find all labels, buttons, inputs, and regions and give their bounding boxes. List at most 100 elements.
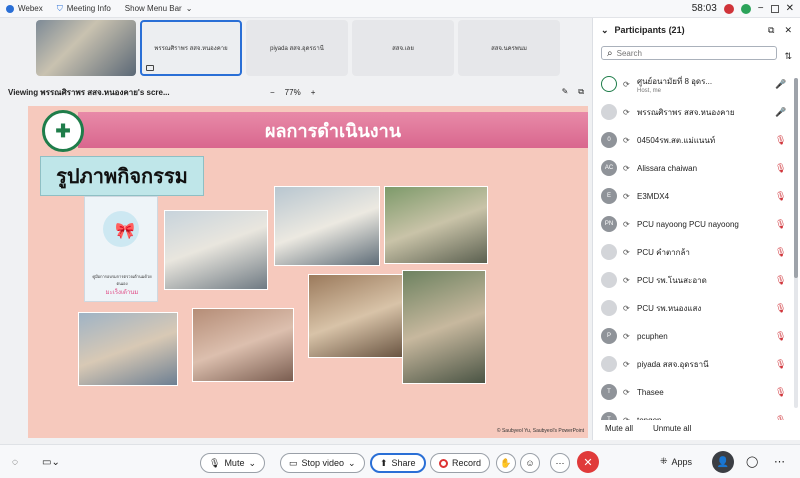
sort-icon[interactable]: ⇅ bbox=[784, 51, 792, 62]
zoom-controls: − 77% + bbox=[270, 88, 315, 97]
more-options-button[interactable]: ⋯ bbox=[550, 453, 570, 473]
microphone-muted-icon[interactable]: 🎙 bbox=[775, 275, 786, 286]
participants-panel: ⌄ Participants (21) ⧉ ✕ ⌕ ⇅ ⟳ ศูนย์อนามัย… bbox=[592, 18, 800, 440]
annotate-icon[interactable]: ✎ bbox=[562, 87, 569, 97]
microphone-muted-icon[interactable]: 🎙 bbox=[775, 331, 786, 342]
microphone-muted-icon[interactable]: 🎙 bbox=[775, 219, 786, 230]
participant-row[interactable]: T ⟳ tongon 🎙 bbox=[593, 406, 793, 420]
participant-name: piyada สสจ.อุดรธานี bbox=[637, 358, 769, 371]
participant-search[interactable]: ⌕ bbox=[601, 46, 777, 60]
panel-header: ⌄ Participants (21) ⧉ ✕ bbox=[593, 18, 800, 42]
participant-name: PCU คำตากล้า bbox=[637, 246, 769, 259]
chat-icon[interactable]: ◯ bbox=[746, 455, 758, 468]
avatar: P bbox=[601, 328, 617, 344]
mute-label: Mute bbox=[224, 458, 245, 468]
microphone-icon[interactable]: 🎤 bbox=[775, 107, 786, 118]
stop-video-button[interactable]: ▭ Stop video ⌄ bbox=[280, 453, 365, 473]
participant-row[interactable]: E ⟳ E3MDX4 🎙 bbox=[593, 182, 793, 210]
participant-name-text: ศูนย์อนามัยที่ 8 อุดร... bbox=[637, 76, 713, 86]
video-tile[interactable]: piyada สสจ.อุดรธานี bbox=[246, 20, 348, 76]
microphone-icon[interactable]: 🎤 bbox=[775, 79, 786, 90]
meeting-controls: ◌ ▭⌄ 🎙 Mute ⌄ ▭ Stop video ⌄ ⬆ Share Rec… bbox=[0, 444, 800, 478]
participant-name-text: PCU nayoong PCU nayoong bbox=[637, 219, 739, 229]
microphone-muted-icon[interactable]: 🎙 bbox=[775, 191, 786, 202]
sync-icon: ⟳ bbox=[623, 163, 630, 173]
search-input[interactable] bbox=[616, 48, 767, 58]
captions-icon[interactable]: ▭⌄ bbox=[42, 457, 60, 468]
microphone-muted-icon[interactable]: 🎙 bbox=[775, 359, 786, 370]
mute-all-button[interactable]: Mute all bbox=[605, 424, 633, 433]
unmute-all-button[interactable]: Unmute all bbox=[653, 424, 691, 433]
participant-row[interactable]: T ⟳ Thasee 🎙 bbox=[593, 378, 793, 406]
video-tile[interactable]: สสจ.เลย bbox=[352, 20, 454, 76]
record-button[interactable]: Record bbox=[430, 453, 491, 473]
tile-name: piyada สสจ.อุดรธานี bbox=[270, 46, 324, 52]
more-icon[interactable]: ⋯ bbox=[774, 455, 785, 468]
sync-icon: ⟳ bbox=[623, 247, 630, 257]
popout-icon[interactable]: ⧉ bbox=[768, 25, 774, 36]
apps-label: Apps bbox=[671, 456, 693, 467]
apps-icon: ⁜ bbox=[660, 456, 668, 466]
participant-row[interactable]: ⟳ PCU คำตากล้า 🎙 bbox=[593, 238, 793, 266]
apps-button[interactable]: ⁜ Apps bbox=[660, 456, 692, 467]
avatar: T bbox=[601, 384, 617, 400]
participant-row[interactable]: P ⟳ pcuphen 🎙 bbox=[593, 322, 793, 350]
participant-name: E3MDX4 bbox=[637, 192, 769, 201]
avatar bbox=[601, 244, 617, 260]
video-tile-self[interactable] bbox=[36, 20, 136, 76]
sync-icon: ⟳ bbox=[623, 219, 630, 229]
reactions-button[interactable]: ☺ bbox=[520, 453, 540, 473]
avatar bbox=[601, 272, 617, 288]
participant-row[interactable]: PN ⟳ PCU nayoong PCU nayoong 🎙 bbox=[593, 210, 793, 238]
slide-subtitle: รูปภาพกิจกรรม bbox=[40, 156, 204, 196]
video-tile[interactable]: สสจ.นครพนม bbox=[458, 20, 560, 76]
popout-icon[interactable]: ⧉ bbox=[578, 87, 584, 97]
handbook-title: คู่มือการอบรมการตรวจเต้านมด้วยตนเอง bbox=[92, 274, 152, 286]
participant-row[interactable]: ⟳ PCU รพ.โนนสะอาด 🎙 bbox=[593, 266, 793, 294]
mute-button[interactable]: 🎙 Mute ⌄ bbox=[200, 453, 265, 473]
participants-icon[interactable]: 👤 bbox=[712, 451, 734, 473]
participant-name-text: Thasee bbox=[637, 387, 664, 397]
microphone-muted-icon[interactable]: 🎙 bbox=[775, 247, 786, 258]
microphone-muted-icon[interactable]: 🎙 bbox=[775, 387, 786, 398]
sync-icon: ⟳ bbox=[623, 191, 630, 201]
zoom-level: 77% bbox=[284, 87, 301, 97]
participant-row[interactable]: 0 ⟳ 04504รพ.สต.แม่แนนท์ 🎙 bbox=[593, 126, 793, 154]
search-icon: ⌕ bbox=[607, 47, 613, 59]
participant-name-text: PCU รพ.โนนสะอาด bbox=[637, 275, 707, 285]
participant-name-text: piyada สสจ.อุดรธานี bbox=[637, 359, 709, 369]
close-icon[interactable]: ✕ bbox=[784, 25, 792, 36]
avatar bbox=[601, 300, 617, 316]
close-icon[interactable]: ✕ bbox=[786, 3, 794, 14]
video-tile-presenter[interactable]: พรรณศิราพร สสจ.หนองคาย bbox=[140, 20, 242, 76]
end-meeting-button[interactable]: ✕ bbox=[577, 451, 599, 473]
chevron-down-icon[interactable]: ⌄ bbox=[601, 25, 609, 36]
participant-name-text: Alissara chaiwan bbox=[637, 163, 698, 173]
participant-row[interactable]: ⟳ piyada สสจ.อุดรธานี 🎙 bbox=[593, 350, 793, 378]
participant-row[interactable]: AC ⟳ Alissara chaiwan 🎙 bbox=[593, 154, 793, 182]
chevron-down-icon: ⌄ bbox=[348, 457, 356, 468]
share-button[interactable]: ⬆ Share bbox=[370, 453, 426, 473]
layout-icon[interactable]: ◌ bbox=[12, 457, 18, 468]
zoom-in-button[interactable]: + bbox=[311, 88, 316, 97]
record-label: Record bbox=[452, 458, 482, 468]
microphone-muted-icon[interactable]: 🎙 bbox=[775, 163, 786, 174]
microphone-muted-icon[interactable]: 🎙 bbox=[775, 135, 786, 146]
show-menu-bar-button[interactable]: Show Menu Bar ⌄ bbox=[125, 4, 193, 13]
participant-scrollbar[interactable] bbox=[794, 78, 798, 408]
participant-row[interactable]: ⟳ PCU รพ.หนองแสง 🎙 bbox=[593, 294, 793, 322]
participant-row[interactable]: ⟳ พรรณศิราพร สสจ.หนองคาย 🎤 bbox=[593, 98, 793, 126]
microphone-muted-icon[interactable]: 🎙 bbox=[775, 303, 786, 314]
video-strip: พรรณศิราพร สสจ.หนองคาย piyada สสจ.อุดรธา… bbox=[36, 20, 560, 78]
participant-list: ⟳ ศูนย์อนามัยที่ 8 อุดร... Host, me 🎤 ⟳ พรรณศ… bbox=[593, 70, 793, 420]
chevron-down-icon: ⌄ bbox=[185, 4, 193, 13]
maximize-icon[interactable] bbox=[770, 4, 779, 13]
zoom-out-button[interactable]: − bbox=[270, 88, 275, 97]
participant-row[interactable]: ⟳ ศูนย์อนามัยที่ 8 อุดร... Host, me 🎤 bbox=[593, 70, 793, 98]
show-menu-label: Show Menu Bar bbox=[124, 4, 182, 13]
minimize-icon[interactable]: − bbox=[758, 3, 764, 14]
raise-hand-button[interactable]: ✋ bbox=[496, 453, 516, 473]
meeting-info-button[interactable]: ⛉ Meeting Info bbox=[57, 4, 111, 14]
sync-icon: ⟳ bbox=[623, 107, 630, 117]
recording-badge-icon bbox=[723, 3, 734, 14]
